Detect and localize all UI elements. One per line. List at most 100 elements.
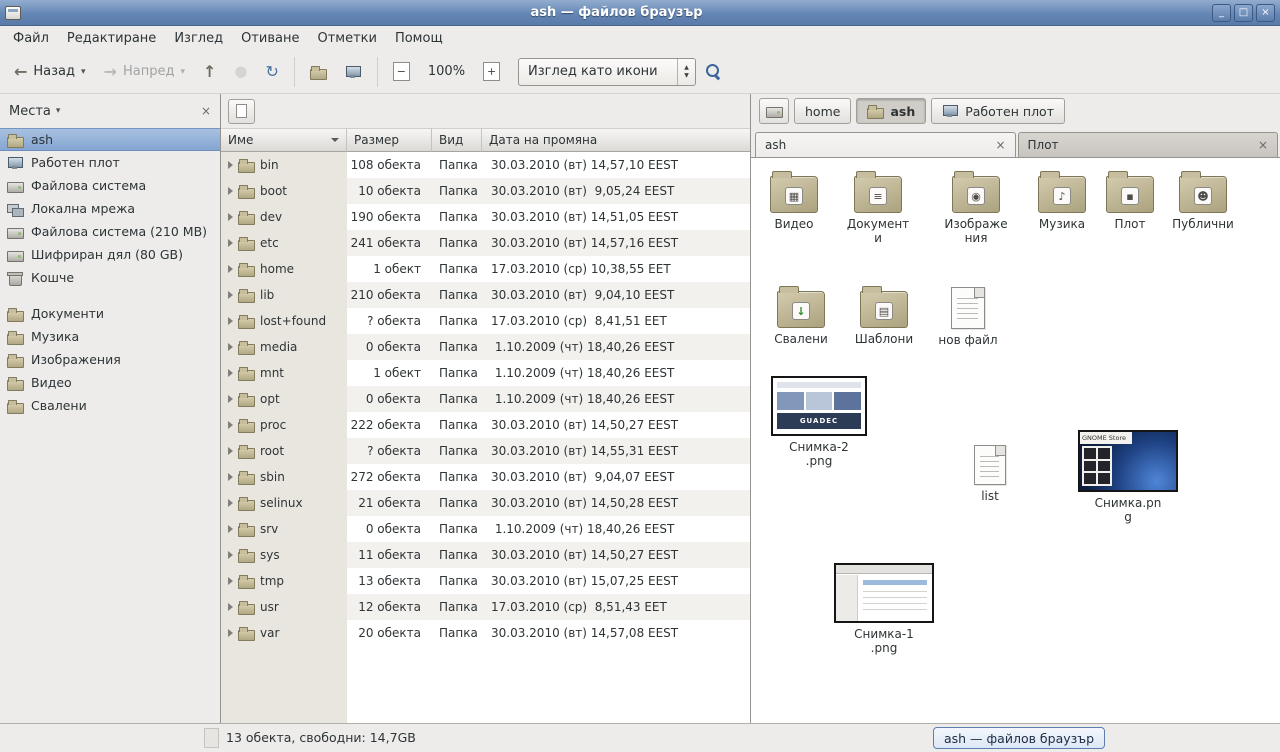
icon-item-desktop[interactable]: ▪ Плот [1093, 170, 1167, 231]
icon-item-templates[interactable]: ▤ Шаблони [847, 285, 921, 346]
computer-button[interactable] [337, 55, 370, 89]
expander-icon[interactable] [228, 265, 233, 273]
table-row[interactable]: selinux 21 обекта Папка 30.03.2010 (вт) … [221, 490, 750, 516]
sidebar-item[interactable]: Видео [0, 371, 220, 394]
sidebar-title[interactable]: Места [9, 104, 51, 119]
table-row[interactable]: sys 11 обекта Папка 30.03.2010 (вт) 14,5… [221, 542, 750, 568]
expander-icon[interactable] [228, 343, 233, 351]
expander-icon[interactable] [228, 525, 233, 533]
expander-icon[interactable] [228, 499, 233, 507]
tab-ash[interactable]: ash × [755, 132, 1016, 157]
sidebar-item[interactable]: Файлова система (210 MB) [0, 220, 220, 243]
breadcrumb-home[interactable]: home [794, 98, 851, 124]
column-header-date[interactable]: Дата на промяна [482, 128, 750, 152]
home-button[interactable] [302, 55, 335, 89]
tab-close-icon[interactable]: × [1258, 138, 1268, 152]
icon-item-downloads[interactable]: ↓ Свалени [764, 285, 838, 346]
tab-close-icon[interactable]: × [995, 138, 1005, 152]
column-header-name[interactable]: Име [221, 128, 347, 152]
table-row[interactable]: lost+found ? обекта Папка 17.03.2010 (ср… [221, 308, 750, 334]
stop-button[interactable]: ● [226, 55, 255, 89]
minimize-button[interactable]: _ [1212, 4, 1231, 22]
pane-grip[interactable] [204, 728, 219, 748]
location-button[interactable] [228, 99, 255, 124]
expander-icon[interactable] [228, 447, 233, 455]
table-row[interactable]: root ? обекта Папка 30.03.2010 (вт) 14,5… [221, 438, 750, 464]
sidebar-item[interactable]: Музика [0, 325, 220, 348]
tab-plot[interactable]: Плот × [1018, 132, 1279, 157]
expander-icon[interactable] [228, 213, 233, 221]
table-row[interactable]: media 0 обекта Папка 1.10.2009 (чт) 18,4… [221, 334, 750, 360]
column-header-kind[interactable]: Вид [432, 128, 482, 152]
sidebar-item[interactable]: Документи [0, 302, 220, 325]
menu-item[interactable]: Редактиране [58, 29, 165, 48]
table-row[interactable]: etc 241 обекта Папка 30.03.2010 (вт) 14,… [221, 230, 750, 256]
zoom-in-button[interactable]: + [475, 55, 508, 89]
expander-icon[interactable] [228, 473, 233, 481]
table-row[interactable]: dev 190 обекта Папка 30.03.2010 (вт) 14,… [221, 204, 750, 230]
maximize-button[interactable]: □ [1234, 4, 1253, 22]
back-button[interactable]: ← Назад ▾ [6, 55, 94, 89]
expander-icon[interactable] [228, 161, 233, 169]
table-row[interactable]: boot 10 обекта Папка 30.03.2010 (вт) 9,0… [221, 178, 750, 204]
table-row[interactable]: home 1 обект Папка 17.03.2010 (ср) 10,38… [221, 256, 750, 282]
table-row[interactable]: sbin 272 обекта Папка 30.03.2010 (вт) 9,… [221, 464, 750, 490]
sidebar-item[interactable]: ash [0, 128, 220, 151]
root-crumb-button[interactable] [759, 98, 789, 124]
icon-item-music[interactable]: ♪ Музика [1025, 170, 1099, 231]
sidebar-item[interactable]: Кошче [0, 266, 220, 289]
sidebar-item[interactable]: Шифриран дял (80 GB) [0, 243, 220, 266]
sidebar-item[interactable]: Работен плот [0, 151, 220, 174]
icon-item-public[interactable]: ☻ Публични [1166, 170, 1240, 231]
back-history-dropdown-icon[interactable]: ▾ [81, 67, 86, 77]
menu-item[interactable]: Отиване [232, 29, 308, 48]
menu-item[interactable]: Файл [4, 29, 58, 48]
icon-item-snimka1[interactable]: Снимка-1.png [829, 563, 939, 656]
table-row[interactable]: mnt 1 обект Папка 1.10.2009 (чт) 18,40,2… [221, 360, 750, 386]
expander-icon[interactable] [228, 187, 233, 195]
expander-icon[interactable] [228, 421, 233, 429]
icon-item-list[interactable]: list [953, 443, 1027, 503]
table-row[interactable]: lib 210 обекта Папка 30.03.2010 (вт) 9,0… [221, 282, 750, 308]
table-row[interactable]: opt 0 обекта Папка 1.10.2009 (чт) 18,40,… [221, 386, 750, 412]
expander-icon[interactable] [228, 603, 233, 611]
table-row[interactable]: var 20 обекта Папка 30.03.2010 (вт) 14,5… [221, 620, 750, 646]
search-button[interactable] [698, 55, 729, 89]
sidebar-close-icon[interactable]: × [201, 104, 211, 118]
expander-icon[interactable] [228, 291, 233, 299]
up-button[interactable]: ↑ [195, 55, 224, 89]
breadcrumb-desktop[interactable]: Работен плот [931, 98, 1065, 124]
icon-item-documents[interactable]: ≡ Документи [841, 170, 915, 246]
sidebar-mode-dropdown-icon[interactable]: ▾ [56, 106, 61, 116]
sidebar-item[interactable]: Изображения [0, 348, 220, 371]
table-row[interactable]: bin 108 обекта Папка 30.03.2010 (вт) 14,… [221, 152, 750, 178]
icon-item-snimka[interactable]: GNOME Store Снимка.png [1073, 430, 1183, 525]
expander-icon[interactable] [228, 369, 233, 377]
icon-item-snimka2[interactable]: GUADEC Снимка-2.png [764, 376, 874, 469]
icon-item-images[interactable]: ◉ Изображения [939, 170, 1013, 246]
menu-item[interactable]: Изглед [165, 29, 232, 48]
menu-item[interactable]: Отметки [308, 29, 385, 48]
expander-icon[interactable] [228, 239, 233, 247]
expander-icon[interactable] [228, 629, 233, 637]
expander-icon[interactable] [228, 317, 233, 325]
view-mode-spinner-icon[interactable]: ▲▼ [677, 59, 695, 85]
table-row[interactable]: tmp 13 обекта Папка 30.03.2010 (вт) 15,0… [221, 568, 750, 594]
close-button[interactable]: × [1256, 4, 1275, 22]
table-row[interactable]: srv 0 обекта Папка 1.10.2009 (чт) 18,40,… [221, 516, 750, 542]
view-mode-select[interactable]: Изглед като икони ▲▼ [518, 58, 696, 86]
reload-button[interactable]: ↻ [257, 55, 286, 89]
menu-item[interactable]: Помощ [386, 29, 452, 48]
sidebar-item[interactable]: Свалени [0, 394, 220, 417]
icon-item-new-file[interactable]: нов файл [931, 285, 1005, 347]
taskbar-window-button[interactable]: ash — файлов браузър [933, 727, 1105, 749]
column-header-size[interactable]: Размер [347, 128, 432, 152]
sidebar-item[interactable]: Файлова система [0, 174, 220, 197]
icon-item-video[interactable]: ▦ Видео [757, 170, 831, 231]
expander-icon[interactable] [228, 551, 233, 559]
table-row[interactable]: usr 12 обекта Папка 17.03.2010 (ср) 8,51… [221, 594, 750, 620]
breadcrumb-ash[interactable]: ash [856, 98, 926, 124]
titlebar[interactable]: ash — файлов браузър _ □ × [0, 0, 1280, 26]
table-row[interactable]: proc 222 обекта Папка 30.03.2010 (вт) 14… [221, 412, 750, 438]
expander-icon[interactable] [228, 395, 233, 403]
